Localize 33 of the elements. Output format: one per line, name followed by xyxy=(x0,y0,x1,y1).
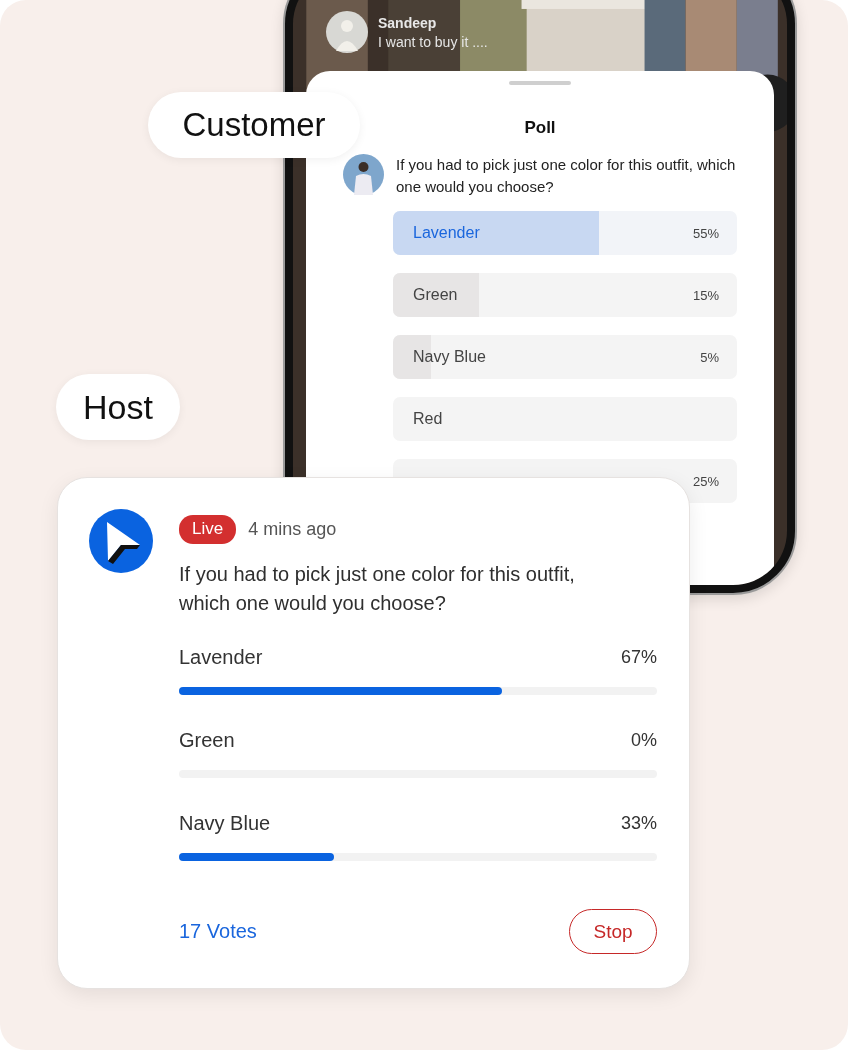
avatar-icon xyxy=(326,11,368,53)
drag-handle[interactable] xyxy=(509,81,571,85)
option-percent: 33% xyxy=(620,813,657,834)
host-label: Host xyxy=(56,374,180,440)
commenter-name: Sandeep xyxy=(378,14,438,31)
live-badge: Live xyxy=(179,515,237,544)
vote-count: 17 Votes xyxy=(179,920,257,943)
logo-icon xyxy=(89,509,153,573)
stop-button[interactable]: Stop xyxy=(569,909,657,954)
option-percent: 55% xyxy=(692,225,719,241)
time-ago: 4 mins ago xyxy=(248,519,337,540)
option-label: Lavender xyxy=(179,646,263,669)
option-label: Navy Blue xyxy=(413,348,486,366)
poll-title: Poll xyxy=(524,118,556,138)
option-percent: 67% xyxy=(620,647,657,668)
option-percent: 0% xyxy=(631,730,657,751)
avatar-icon xyxy=(343,154,384,195)
comment-text: I want to buy it .... xyxy=(378,33,488,50)
customer-label: Customer xyxy=(148,92,360,158)
option-label: Lavender xyxy=(413,224,480,242)
option-label: Navy Blue xyxy=(179,812,271,835)
option-percent: 15% xyxy=(692,287,719,303)
option-percent: 25% xyxy=(692,473,719,489)
option-label: Green xyxy=(179,729,235,752)
option-label: Green xyxy=(413,286,458,304)
poll-option[interactable]: Red xyxy=(393,397,737,441)
poll-option[interactable]: Navy Blue 5% xyxy=(393,335,737,379)
poll-option[interactable]: Green 15% xyxy=(393,273,737,317)
poll-question: If you had to pick just one color for this outfit, which one would you choose? xyxy=(396,155,737,197)
poll-question: If you had to pick just one color for this outfit, which one would you choose? xyxy=(179,562,576,616)
poll-option[interactable]: Lavender 55% xyxy=(393,211,737,255)
option-label: Red xyxy=(413,410,443,428)
option-percent: 5% xyxy=(700,349,719,365)
